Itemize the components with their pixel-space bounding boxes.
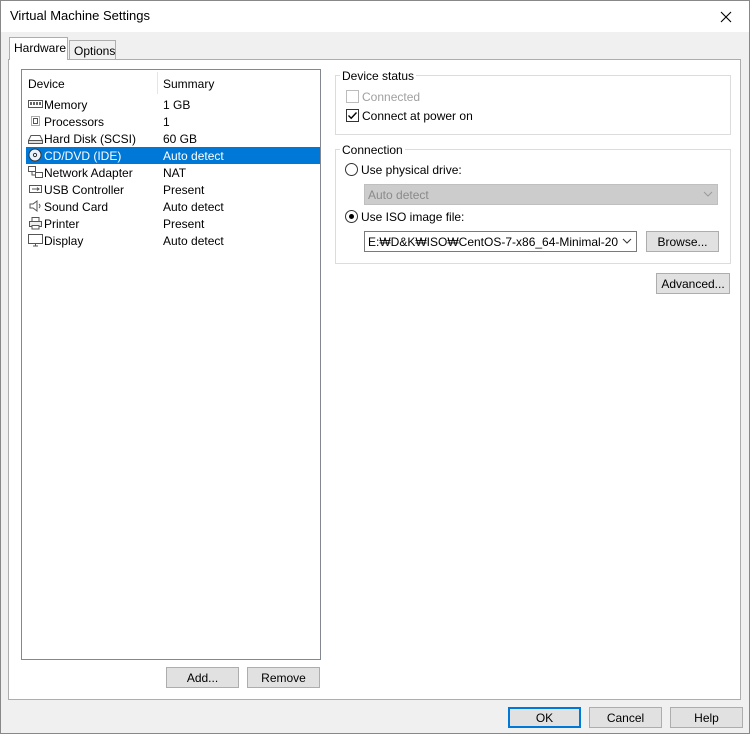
advanced-button[interactable]: Advanced... [656, 273, 730, 294]
device-row-hard-disk[interactable]: Hard Disk (SCSI) 60 GB [26, 130, 320, 147]
use-iso-image-label: Use ISO image file: [361, 210, 465, 224]
tab-hardware-label: Hardware [14, 41, 67, 55]
chevron-down-icon [703, 191, 713, 197]
device-summary: 1 GB [163, 98, 191, 112]
device-status-legend: Device status [340, 69, 417, 83]
device-name: Memory [44, 98, 88, 112]
processor-icon [31, 116, 40, 126]
device-summary: NAT [163, 166, 187, 180]
device-row-processors[interactable]: Processors 1 [26, 113, 320, 130]
tab-options-label: Options [74, 44, 116, 58]
title-bar: Virtual Machine Settings [1, 1, 749, 32]
device-summary: Present [163, 183, 205, 197]
device-row-display[interactable]: Display Auto detect [26, 232, 320, 249]
close-button[interactable] [703, 1, 749, 32]
printer-icon [29, 217, 42, 230]
usb-icon [29, 185, 42, 193]
cancel-button[interactable]: Cancel [589, 707, 662, 728]
device-row-usb-controller[interactable]: USB Controller Present [26, 181, 320, 198]
connect-at-power-on-checkbox[interactable] [346, 109, 359, 122]
device-list[interactable]: Device Summary Memory 1 GB Processors 1 [21, 69, 321, 660]
tab-hardware[interactable]: Hardware [9, 37, 68, 60]
device-name: Display [44, 234, 84, 248]
iso-path-combo[interactable]: E:₩D&K₩ISO₩CentOS-7-x86_64-Minimal-2009.… [364, 231, 637, 252]
device-summary: Auto detect [163, 149, 224, 163]
memory-icon [28, 100, 43, 108]
vm-settings-dialog: Virtual Machine Settings Hardware Option… [0, 0, 750, 734]
connected-checkbox[interactable] [346, 90, 359, 103]
device-summary: Auto detect [163, 200, 224, 214]
chevron-down-icon [622, 238, 632, 244]
device-summary: Present [163, 217, 205, 231]
checkmark-icon [348, 112, 358, 120]
browse-button[interactable]: Browse... [646, 231, 719, 252]
column-separator [157, 72, 158, 94]
device-row-memory[interactable]: Memory 1 GB [26, 96, 320, 113]
cd-dvd-icon [28, 148, 42, 162]
add-button[interactable]: Add... [166, 667, 239, 688]
device-summary: 60 GB [163, 132, 198, 146]
column-header-summary[interactable]: Summary [163, 77, 214, 91]
device-row-cd-dvd[interactable]: CD/DVD (IDE) Auto detect [26, 147, 320, 164]
network-adapter-icon [28, 166, 43, 178]
device-summary: 1 [163, 115, 170, 129]
connect-at-power-on-label: Connect at power on [362, 109, 473, 123]
device-name: USB Controller [44, 183, 125, 197]
physical-drive-select[interactable]: Auto detect [364, 184, 718, 205]
close-icon [720, 11, 732, 22]
column-header-device[interactable]: Device [28, 77, 65, 91]
device-status-group [335, 75, 731, 135]
physical-drive-value: Auto detect [368, 188, 429, 202]
device-name: Hard Disk (SCSI) [44, 132, 137, 146]
device-name: Sound Card [44, 200, 109, 214]
device-row-sound-card[interactable]: Sound Card Auto detect [26, 198, 320, 215]
connection-legend: Connection [340, 143, 405, 157]
tab-options[interactable]: Options [69, 40, 116, 61]
device-row-network-adapter[interactable]: Network Adapter NAT [26, 164, 320, 181]
display-icon [28, 234, 43, 247]
remove-button[interactable]: Remove [247, 667, 320, 688]
window-title: Virtual Machine Settings [10, 8, 150, 23]
device-row-printer[interactable]: Printer Present [26, 215, 320, 232]
device-name: CD/DVD (IDE) [44, 149, 122, 163]
device-summary: Auto detect [163, 234, 224, 248]
speaker-icon [29, 200, 41, 212]
device-name: Network Adapter [44, 166, 133, 180]
use-physical-drive-label: Use physical drive: [361, 163, 462, 177]
device-name: Printer [44, 217, 80, 231]
help-button[interactable]: Help [670, 707, 743, 728]
use-physical-drive-radio[interactable] [345, 163, 358, 176]
device-name: Processors [44, 115, 105, 129]
connected-label: Connected [362, 90, 421, 104]
use-iso-image-radio[interactable] [345, 210, 358, 223]
hard-disk-icon [28, 135, 43, 144]
iso-path-value: E:₩D&K₩ISO₩CentOS-7-x86_64-Minimal-2009.… [368, 235, 618, 249]
ok-button[interactable]: OK [508, 707, 581, 728]
